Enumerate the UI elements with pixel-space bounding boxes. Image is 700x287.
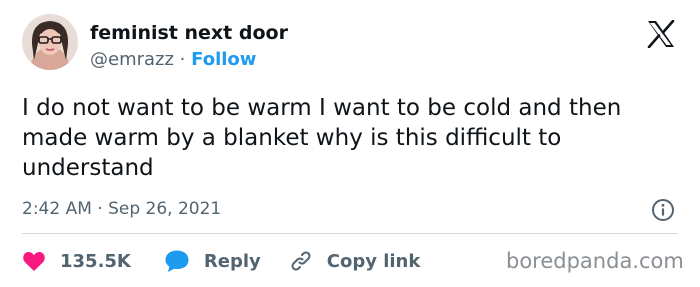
divider: [22, 233, 678, 234]
reply-button[interactable]: Reply: [164, 249, 261, 273]
x-logo-icon[interactable]: [646, 20, 676, 48]
follow-button[interactable]: Follow: [191, 49, 256, 70]
avatar[interactable]: [22, 14, 78, 70]
tweet-timestamp[interactable]: 2:42 AM · Sep 26, 2021: [22, 199, 221, 219]
like-count: 135.5K: [60, 250, 131, 272]
tweet-card: feminist next door @emrazz · Follow I do…: [0, 0, 700, 287]
tweet-text: I do not want to be warm I want to be co…: [22, 95, 622, 181]
copy-link-label: Copy link: [326, 250, 421, 272]
watermark: boredpanda.com: [506, 249, 684, 273]
like-button[interactable]: 135.5K: [22, 250, 131, 272]
author-handle-row: @emrazz · Follow: [90, 49, 256, 70]
reply-label: Reply: [203, 250, 261, 272]
author-handle[interactable]: @emrazz: [90, 49, 174, 70]
link-icon: [291, 251, 311, 271]
author-name[interactable]: feminist next door: [90, 22, 288, 44]
info-icon[interactable]: [651, 198, 675, 222]
avatar-image: [22, 14, 78, 70]
heart-icon: [23, 252, 45, 271]
action-bar: 135.5K Reply Copy link: [22, 247, 420, 275]
separator-dot: ·: [179, 49, 186, 70]
speech-bubble-icon: [165, 250, 189, 272]
copy-link-button[interactable]: Copy link: [289, 249, 421, 273]
